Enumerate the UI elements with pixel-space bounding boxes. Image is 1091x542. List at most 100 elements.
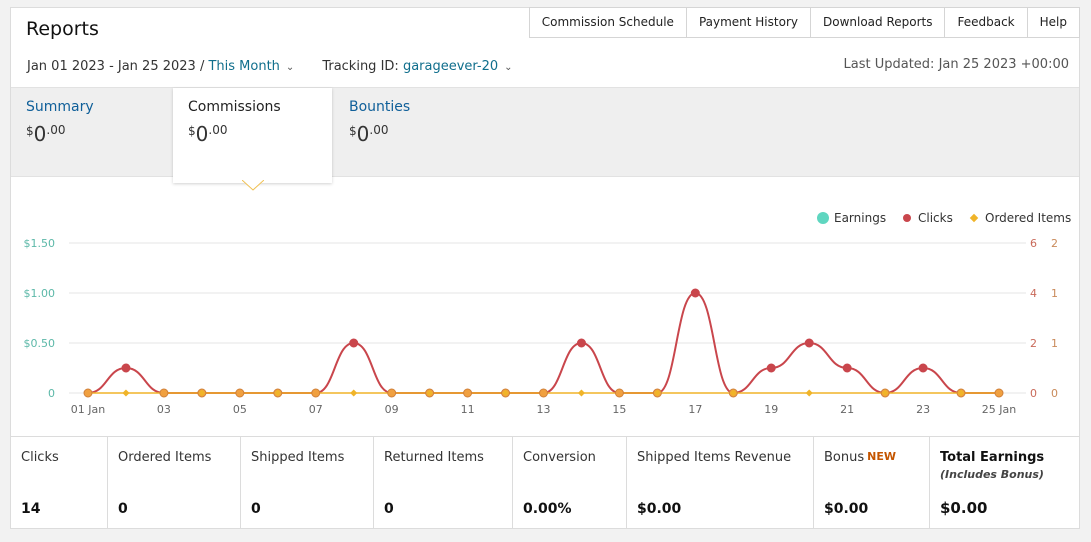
y-right-tick-label: 0	[1051, 387, 1058, 400]
tab-summary-label: Summary	[26, 99, 94, 115]
clicks-point	[539, 388, 548, 398]
stat-value: 14	[21, 501, 41, 517]
clicks-point	[83, 388, 93, 398]
reports-card: Reports Commission Schedule Payment Hist…	[10, 7, 1080, 529]
clicks-point	[766, 363, 776, 373]
commission-schedule-button[interactable]: Commission Schedule	[528, 7, 687, 38]
chevron-down-icon[interactable]: ⌄	[286, 62, 294, 73]
clicks-point	[842, 363, 852, 373]
stat-value: $0.00	[940, 499, 988, 517]
stat-value: 0	[251, 501, 261, 517]
tab-commissions-label: Commissions	[188, 99, 281, 115]
clicks-point	[349, 338, 359, 348]
x-tick-label: 05	[233, 403, 247, 416]
clicks-point	[387, 388, 397, 398]
period-dropdown[interactable]: This Month	[208, 59, 279, 74]
x-tick-label: 19	[764, 403, 778, 416]
stat-clicks: Clicks 14	[11, 437, 108, 529]
ordered-items-point	[805, 389, 813, 397]
top-nav: Commission Schedule Payment History Down…	[528, 7, 1080, 38]
payment-history-button[interactable]: Payment History	[686, 7, 811, 38]
active-tab-pointer-icon	[242, 180, 264, 191]
clicks-point	[159, 388, 169, 398]
legend-marker	[817, 212, 829, 224]
tab-bounties-label: Bounties	[349, 99, 411, 115]
stat-value: 0.00%	[523, 501, 572, 517]
x-tick-label: 01 Jan	[71, 403, 105, 416]
new-badge: NEW	[867, 450, 896, 463]
legend-label: Earnings	[834, 211, 886, 225]
stat-returned-items: Returned Items 0	[374, 437, 513, 529]
legend-marker	[969, 213, 979, 223]
tab-summary-value: $0.00	[26, 122, 66, 146]
y-right-tick-label: 2	[1030, 337, 1037, 350]
x-tick-label: 25 Jan	[982, 403, 1016, 416]
y-right-tick-label: 1	[1051, 337, 1058, 350]
x-tick-label: 21	[840, 403, 854, 416]
help-button[interactable]: Help	[1027, 7, 1080, 38]
tab-commissions-value: $0.00	[188, 122, 228, 146]
tab-band: Summary $0.00 Commissions $0.00 Bounties…	[11, 87, 1079, 183]
stat-ordered-items: Ordered Items 0	[108, 437, 241, 529]
stat-label: Total Earnings (Includes Bonus)	[940, 450, 1069, 481]
date-range: Jan 01 2023 - Jan 25 2023 /	[27, 59, 205, 74]
stat-conversion: Conversion 0.00%	[513, 437, 627, 529]
stat-value: 0	[118, 501, 128, 517]
stat-value: $0.00	[637, 501, 682, 517]
y-right-tick-label: 2	[1051, 237, 1058, 250]
stat-label: Clicks	[21, 450, 59, 465]
stat-label: Returned Items	[384, 450, 484, 465]
tab-bounties[interactable]: Bounties $0.00	[334, 88, 494, 178]
clicks-point	[804, 338, 814, 348]
stat-label: Shipped Items	[251, 450, 345, 465]
x-tick-label: 11	[461, 403, 475, 416]
x-tick-label: 09	[385, 403, 399, 416]
x-tick-label: 13	[537, 403, 551, 416]
legend-label: Ordered Items	[985, 211, 1071, 225]
clicks-point	[994, 388, 1004, 398]
x-tick-label: 23	[916, 403, 930, 416]
stats-row: Clicks 14 Ordered Items 0 Shipped Items …	[11, 436, 1079, 529]
page-title: Reports	[26, 18, 99, 40]
download-reports-button[interactable]: Download Reports	[810, 7, 946, 38]
stat-total-earnings: Total Earnings (Includes Bonus) $0.00	[930, 437, 1079, 529]
clicks-point	[576, 338, 586, 348]
x-tick-label: 15	[612, 403, 626, 416]
stat-label: Ordered Items	[118, 450, 212, 465]
tab-bounties-value: $0.00	[349, 122, 389, 146]
y-right-tick-label: 6	[1030, 237, 1037, 250]
clicks-point	[463, 388, 473, 398]
legend-marker	[903, 214, 911, 222]
ordered-items-point	[122, 389, 130, 397]
performance-chart: $1.50 6 2$1.00 4 1$0.50 2 10 0 001 Jan 03 05 07 09 11…	[24, 211, 1072, 416]
y-right-tick-label: 4	[1030, 287, 1037, 300]
x-tick-label: 17	[688, 403, 702, 416]
tab-summary[interactable]: Summary $0.00	[11, 88, 173, 178]
ordered-items-point	[350, 389, 358, 397]
tab-commissions[interactable]: Commissions $0.00	[173, 88, 332, 183]
x-tick-label: 03	[157, 403, 171, 416]
stat-value: 0	[384, 501, 394, 517]
clicks-point	[235, 388, 245, 398]
y-left-tick-label: $0.50	[24, 337, 56, 350]
stat-shipped-items: Shipped Items 0	[241, 437, 374, 529]
stat-bonus: Bonus NEW $0.00	[814, 437, 930, 529]
feedback-button[interactable]: Feedback	[945, 7, 1028, 38]
tracking-id-dropdown[interactable]: garageever-20	[403, 59, 498, 74]
y-left-tick-label: $1.50	[24, 237, 56, 250]
clicks-point	[690, 288, 700, 298]
clicks-point	[311, 388, 321, 398]
ordered-items-point	[577, 389, 585, 397]
y-right-tick-label: 1	[1051, 287, 1058, 300]
stat-sublabel: (Includes Bonus)	[940, 468, 1044, 481]
tracking-id-label: Tracking ID:	[322, 59, 399, 74]
clicks-point	[614, 388, 624, 398]
chevron-down-icon[interactable]: ⌄	[504, 62, 512, 73]
clicks-point	[121, 363, 131, 373]
y-left-tick-label: $1.00	[24, 287, 56, 300]
stat-value: $0.00	[824, 501, 869, 517]
stat-shipped-items-revenue: Shipped Items Revenue $0.00	[627, 437, 814, 529]
y-left-tick-label: 0	[48, 387, 55, 400]
stat-label: Shipped Items Revenue	[637, 450, 792, 465]
x-tick-label: 07	[309, 403, 323, 416]
